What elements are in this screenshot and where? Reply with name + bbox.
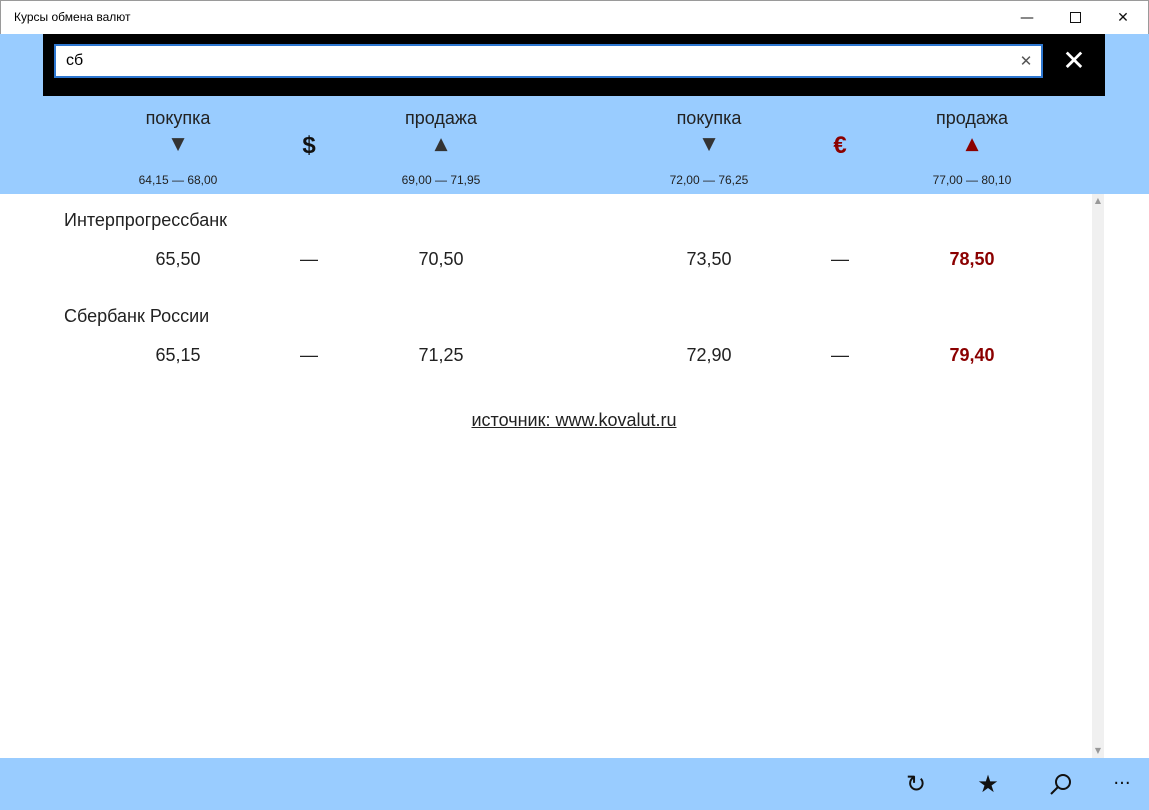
search-button[interactable] — [1043, 768, 1079, 800]
rates-list: Интерпрогрессбанк 65,50 — 70,50 73,50 — … — [0, 194, 1149, 758]
refresh-icon: ↻ — [905, 770, 927, 798]
close-search-button[interactable]: ✕ — [1056, 46, 1092, 78]
eur-buy-value: 72,90 — [686, 345, 732, 365]
scroll-up-icon[interactable]: ▲ — [1092, 196, 1104, 206]
favorite-button[interactable]: ★ — [970, 768, 1006, 800]
separator: — — [300, 345, 318, 365]
scrollbar[interactable]: ▲ ▼ — [1092, 194, 1104, 758]
search-icon — [1050, 774, 1071, 795]
separator: — — [831, 249, 849, 269]
eur-sell-value: 78,50 — [949, 249, 995, 269]
bank-name: Интерпрогрессбанк — [64, 210, 228, 230]
more-icon: ··· — [1113, 773, 1131, 794]
close-window-button[interactable]: ✕ — [1100, 1, 1146, 34]
usd-sell-label: продажа — [405, 108, 477, 128]
close-icon: ✕ — [1117, 9, 1129, 26]
search-box: ✕ — [54, 44, 1043, 78]
search-input[interactable] — [66, 46, 1006, 76]
usd-sell-value: 70,50 — [418, 249, 464, 269]
scroll-down-icon[interactable]: ▼ — [1092, 746, 1104, 756]
star-icon: ★ — [977, 770, 999, 798]
separator: — — [300, 249, 318, 269]
more-button[interactable]: ··· — [1104, 768, 1140, 800]
usd-sell-value: 71,25 — [418, 345, 464, 365]
minimize-button[interactable]: — — [1004, 1, 1050, 34]
title-bar: Курсы обмена валют — ✕ — [0, 0, 1149, 34]
eur-buy-range: 72,00 — 76,25 — [669, 173, 749, 187]
refresh-button[interactable]: ↻ — [898, 768, 934, 800]
maximize-button[interactable] — [1052, 1, 1098, 34]
usd-buy-range: 64,15 — 68,00 — [138, 173, 218, 187]
search-bar: ✕ ✕ — [43, 34, 1105, 96]
maximize-icon — [1069, 12, 1081, 23]
eur-buy-value: 73,50 — [686, 249, 732, 269]
window-title: Курсы обмена валют — [14, 10, 131, 24]
usd-buy-value: 65,50 — [155, 249, 201, 269]
minimize-icon: — — [1020, 9, 1034, 26]
eur-sell-range: 77,00 — 80,10 — [932, 173, 1012, 187]
clear-search-button[interactable]: ✕ — [1017, 51, 1035, 71]
app-bar: ↻ ★ ··· — [0, 758, 1149, 810]
usd-buy-value: 65,15 — [155, 345, 201, 365]
rates-header: ✕ ✕ покупка ▼ 64,15 — 68,00 $ продажа ▲ … — [0, 34, 1149, 194]
eur-buy-sort-arrow-icon[interactable]: ▼ — [609, 134, 809, 154]
dollar-icon: $ — [302, 132, 316, 159]
eur-buy-label: покупка — [676, 108, 742, 128]
usd-buy-sort-arrow-icon[interactable]: ▼ — [78, 134, 278, 154]
source-link[interactable]: источник: www.kovalut.ru — [374, 410, 774, 431]
usd-sell-sort-arrow-icon[interactable]: ▲ — [341, 134, 541, 154]
usd-sell-range: 69,00 — 71,95 — [401, 173, 481, 187]
euro-icon: € — [833, 132, 847, 159]
bank-name: Сбербанк России — [64, 306, 210, 326]
separator: — — [831, 345, 849, 365]
eur-sell-label: продажа — [936, 108, 1008, 128]
usd-buy-label: покупка — [145, 108, 211, 128]
eur-sell-value: 79,40 — [949, 345, 995, 365]
eur-sell-sort-arrow-icon[interactable]: ▲ — [872, 134, 1072, 154]
